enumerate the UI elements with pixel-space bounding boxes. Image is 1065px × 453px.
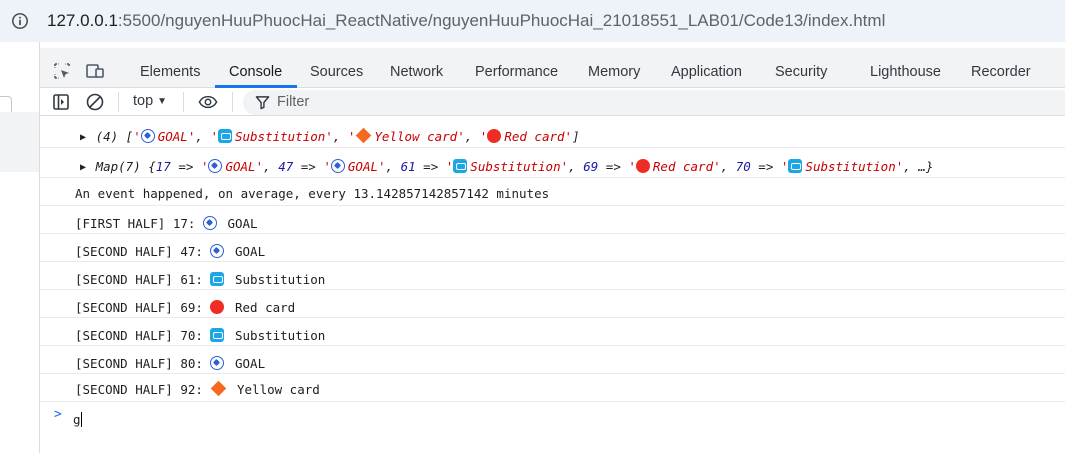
console-log-map[interactable]: ▶ Map(7) {17 => ' GOAL', 47 => ' GOAL', 61… xyxy=(40,148,1065,178)
tab-application[interactable]: Application xyxy=(671,64,742,80)
prompt-chevron-icon: > xyxy=(54,407,62,422)
expand-triangle-icon[interactable]: ▶ xyxy=(80,132,86,143)
inspect-element-icon[interactable] xyxy=(52,61,72,81)
substitution-icon xyxy=(210,272,225,286)
substitution-icon xyxy=(788,159,803,173)
soccer-ball-icon xyxy=(140,129,155,143)
site-info-icon[interactable] xyxy=(6,7,34,35)
tab-security[interactable]: Security xyxy=(775,64,827,80)
console-log-line: [SECOND HALF] 69: Red card xyxy=(40,290,1065,318)
console-log-line: [SECOND HALF] 70: Substitution xyxy=(40,318,1065,346)
text-cursor xyxy=(80,412,82,427)
soccer-ball-icon xyxy=(208,159,223,173)
devtools-tabbar: Elements Console Sources Network Perform… xyxy=(40,48,1065,88)
page-element xyxy=(0,112,39,172)
red-circle-icon xyxy=(635,159,650,173)
address-bar[interactable]: 127.0.0.1:5500/nguyenHuuPhuocHai_ReactNa… xyxy=(0,0,1065,42)
console-log-line: [SECOND HALF] 47: GOAL xyxy=(40,234,1065,262)
red-circle-icon xyxy=(210,300,225,314)
toolbar-divider xyxy=(232,92,233,112)
red-circle-icon xyxy=(487,129,502,143)
orange-diamond-icon xyxy=(211,380,227,397)
console-log-line: [SECOND HALF] 80: GOAL xyxy=(40,346,1065,374)
console-log-line: [SECOND HALF] 92: Yellow card xyxy=(40,374,1065,402)
tab-lighthouse[interactable]: Lighthouse xyxy=(870,64,941,80)
soccer-ball-icon xyxy=(210,244,225,258)
console-input[interactable]: g xyxy=(73,409,82,427)
tab-console[interactable]: Console xyxy=(229,64,282,80)
filter-funnel-icon xyxy=(255,96,270,110)
tab-sources[interactable]: Sources xyxy=(310,64,363,80)
page-viewport xyxy=(0,42,40,453)
device-toolbar-icon[interactable] xyxy=(85,61,105,81)
console-prompt[interactable]: > g xyxy=(40,400,1065,430)
console-log-line: [SECOND HALF] 61: Substitution xyxy=(40,262,1065,290)
expand-triangle-icon[interactable]: ▶ xyxy=(80,162,86,173)
console-log-line: An event happened, on average, every 13.… xyxy=(40,178,1065,206)
soccer-ball-icon xyxy=(330,159,345,173)
soccer-ball-icon xyxy=(202,216,217,230)
console-log-line: [FIRST HALF] 17: GOAL xyxy=(40,206,1065,234)
soccer-ball-icon xyxy=(210,356,225,370)
caret-down-icon: ▼ xyxy=(157,96,168,107)
url-text[interactable]: 127.0.0.1:5500/nguyenHuuPhuocHai_ReactNa… xyxy=(47,11,885,31)
toolbar-divider xyxy=(118,92,119,112)
clear-console-icon[interactable] xyxy=(85,92,105,112)
console-toolbar: top ▼ Filter xyxy=(40,88,1065,116)
filter-input[interactable]: Filter xyxy=(243,90,1065,115)
tab-memory[interactable]: Memory xyxy=(588,64,640,80)
tab-performance[interactable]: Performance xyxy=(475,64,558,80)
live-expression-eye-icon[interactable] xyxy=(198,92,218,112)
devtools-panel: Elements Console Sources Network Perform… xyxy=(40,42,1065,453)
console-log-array[interactable]: ▶ (4) [' GOAL', ' Substitution', ' Yellow c… xyxy=(40,118,1065,148)
context-selector[interactable]: top ▼ xyxy=(133,93,167,109)
sidebar-toggle-icon[interactable] xyxy=(51,92,71,112)
substitution-icon xyxy=(453,159,468,173)
substitution-icon xyxy=(210,328,225,342)
tab-network[interactable]: Network xyxy=(390,64,443,80)
toolbar-divider xyxy=(183,92,184,112)
console-output: ▶ (4) [' GOAL', ' Substitution', ' Yellow c… xyxy=(40,118,1065,453)
tab-elements[interactable]: Elements xyxy=(140,64,200,80)
substitution-icon xyxy=(217,129,232,143)
orange-diamond-icon xyxy=(356,127,372,144)
tab-recorder[interactable]: Recorder xyxy=(971,64,1031,80)
